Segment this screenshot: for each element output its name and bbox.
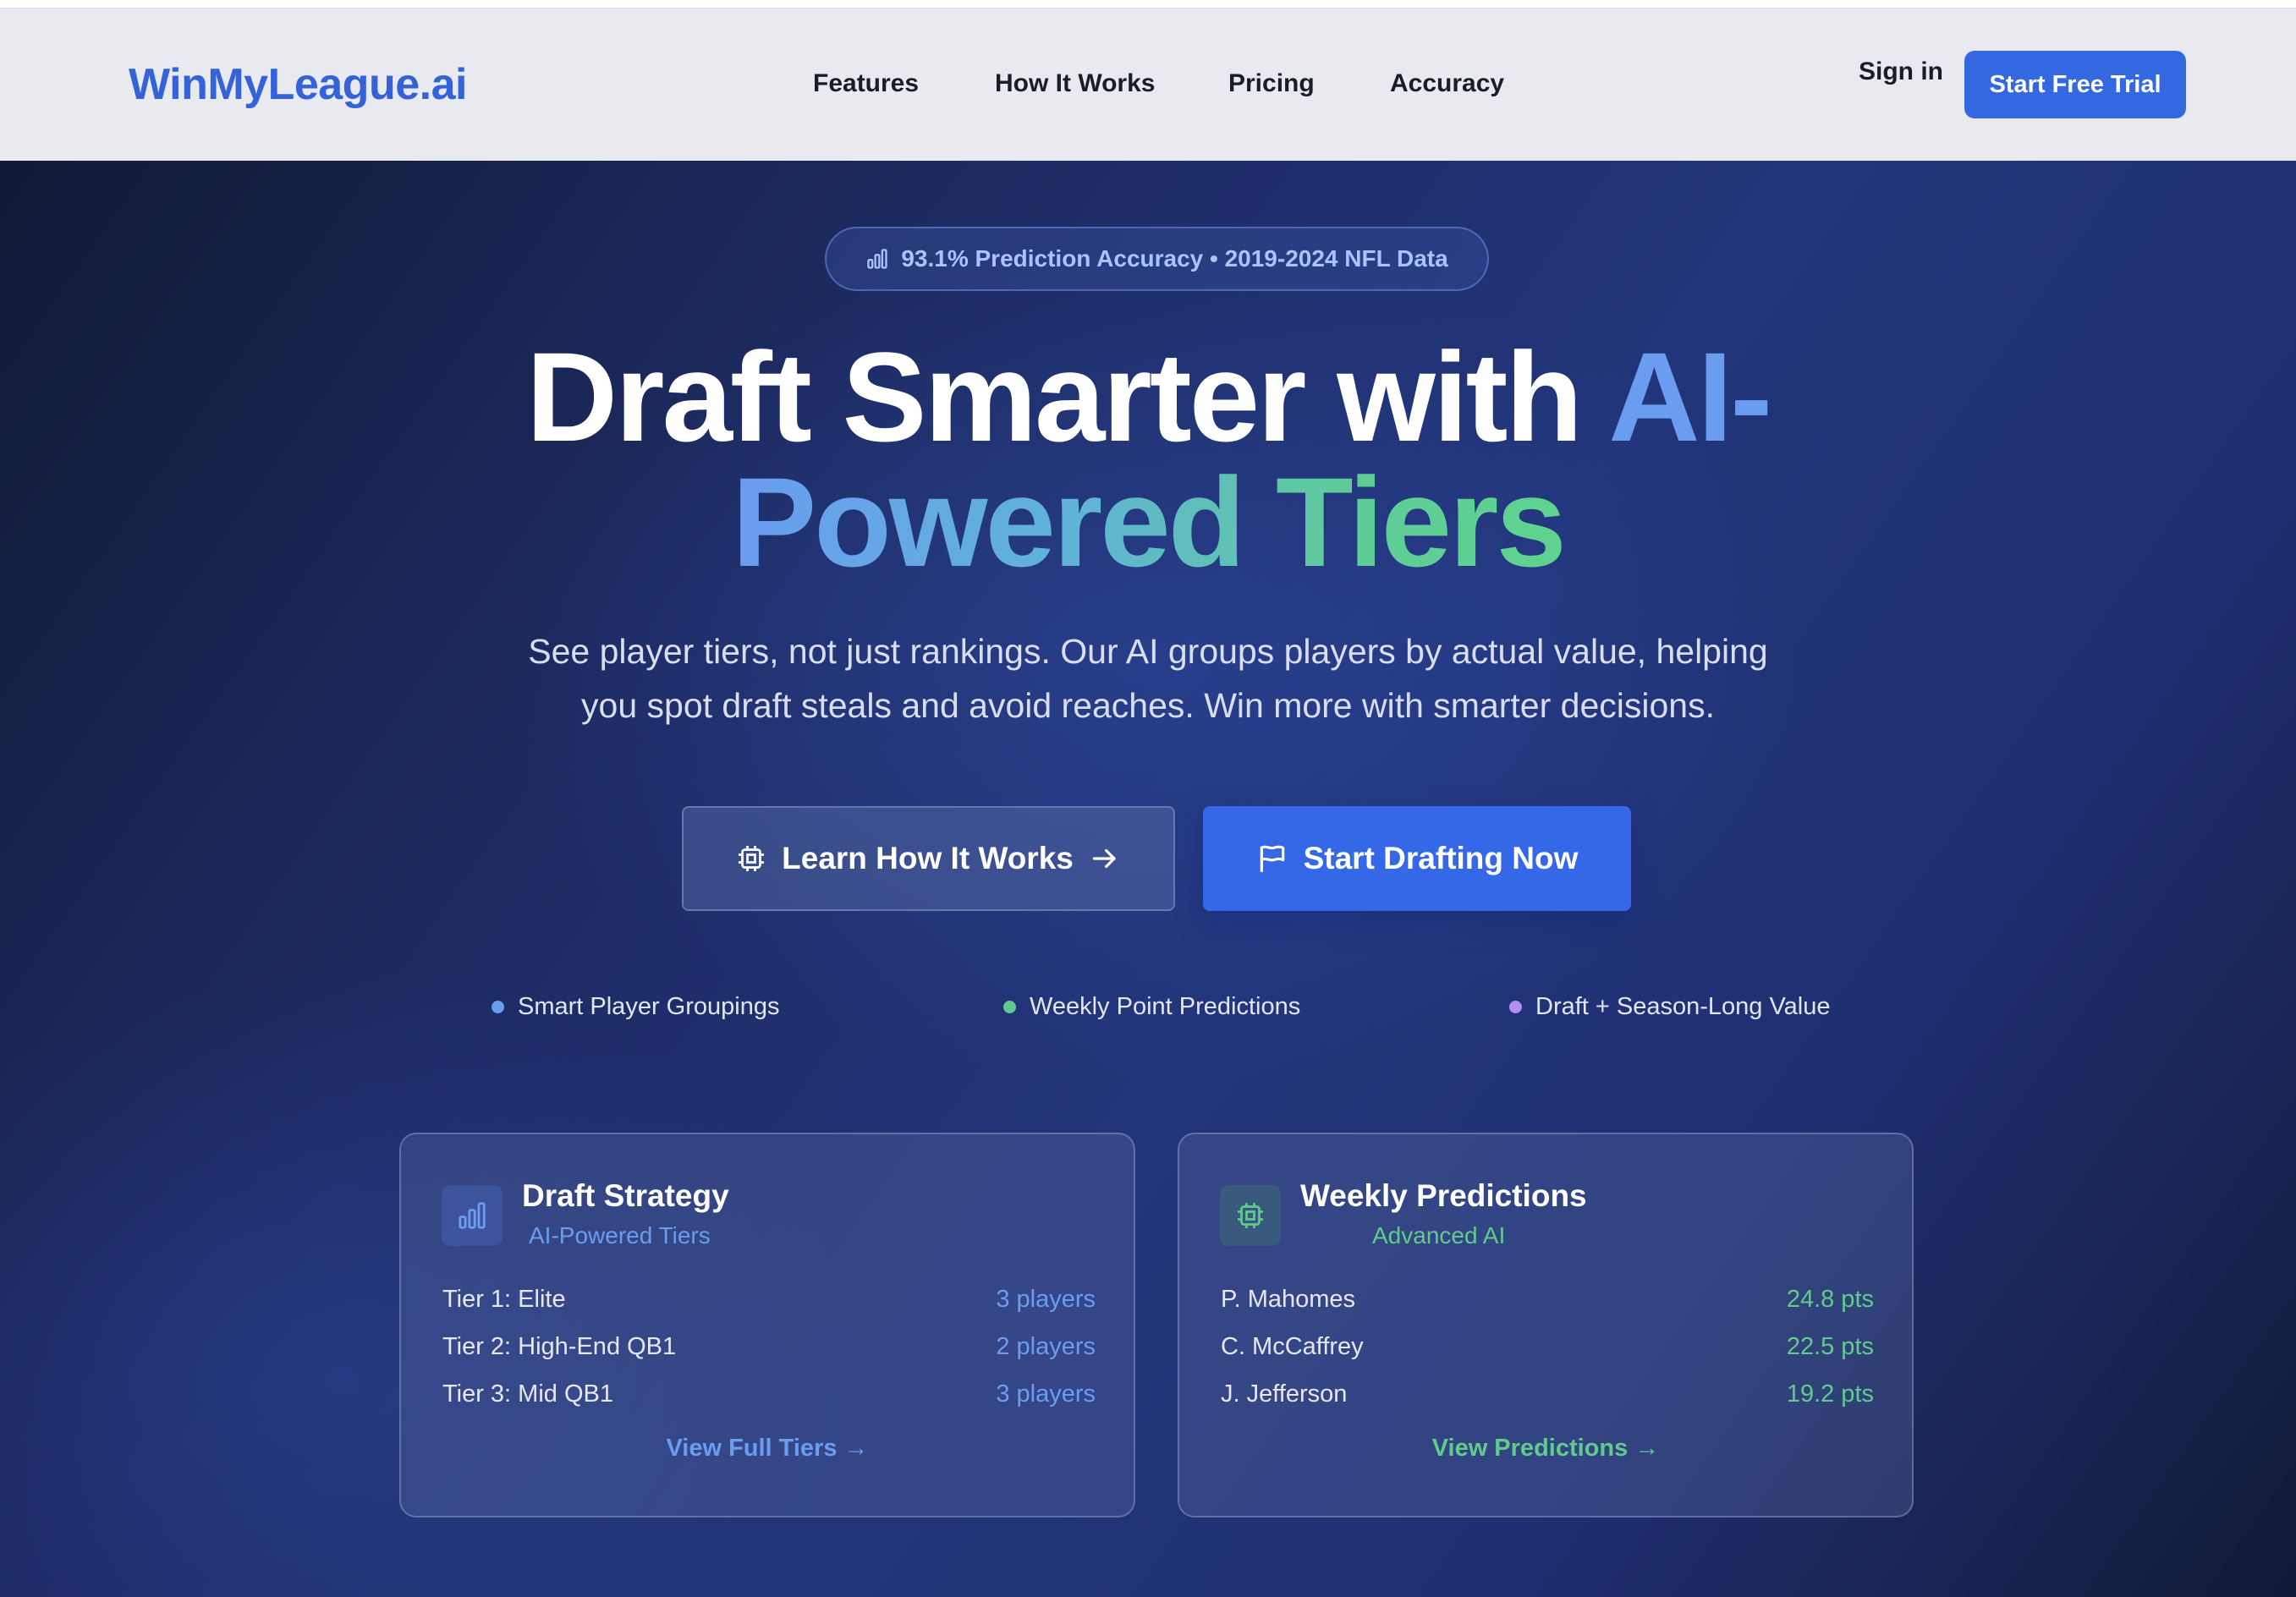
headline-accent-tiers: Powered Tiers [732,451,1567,593]
nav-link-features[interactable]: Features [813,69,919,98]
card-title: Draft Strategy [522,1178,729,1213]
prediction-row: C. McCaffrey 22.5 pts [1221,1333,1874,1361]
feature-dot-purple [1509,1001,1522,1013]
arrow-right-icon [1089,842,1121,875]
predicted-points: 24.8 pts [1786,1286,1874,1313]
feature-label: Smart Player Groupings [518,993,780,1020]
card-subtitle: AI-Powered Tiers [529,1222,711,1249]
nav-link-how-it-works[interactable]: How It Works [995,69,1155,98]
draft-strategy-card: Draft Strategy AI-Powered Tiers Tier 1: … [399,1133,1135,1517]
start-drafting-now-button[interactable]: Start Drafting Now [1203,806,1631,911]
tier-label: Tier 1: Elite [442,1286,566,1313]
learn-button-label: Learn How It Works [782,841,1074,875]
cpu-chip-icon [736,843,766,874]
top-navbar: WinMyLeague.ai Features How It Works Pri… [0,8,2296,161]
accuracy-badge-text: 93.1% Prediction Accuracy • 2019-2024 NF… [901,245,1448,272]
feature-dot-blue [492,1001,504,1013]
feature-label: Weekly Point Predictions [1030,993,1301,1020]
tier-row: Tier 1: Elite 3 players [442,1286,1096,1314]
hero-subtitle-line-2: you spot draft steals and avoid reaches.… [581,686,1715,725]
nav-link-pricing[interactable]: Pricing [1228,69,1315,98]
view-predictions-link[interactable]: View Predictions → [1179,1435,1912,1463]
flag-icon [1256,842,1288,875]
hero-subtitle: See player tiers, not just rankings. Our… [471,624,1825,733]
tier-count: 2 players [996,1333,1096,1360]
draft-button-label: Start Drafting Now [1303,841,1579,875]
accuracy-badge: 93.1% Prediction Accuracy • 2019-2024 NF… [825,227,1489,291]
feature-label: Draft + Season-Long Value [1535,993,1831,1020]
start-free-trial-button[interactable]: Start Free Trial [1964,51,2186,118]
site-logo[interactable]: WinMyLeague.ai [129,59,467,110]
view-full-tiers-link[interactable]: View Full Tiers → [401,1435,1134,1463]
cpu-chip-icon [1220,1185,1281,1246]
tier-row: Tier 2: High-End QB1 2 players [442,1333,1096,1361]
weekly-predictions-card: Weekly Predictions Advanced AI P. Mahome… [1178,1133,1914,1517]
tier-count: 3 players [996,1286,1096,1313]
headline-plain: Draft Smarter with [525,326,1609,468]
browser-top-strip [0,0,2296,8]
hero-section: 93.1% Prediction Accuracy • 2019-2024 NF… [0,161,2296,1597]
bar-chart-icon [865,247,889,271]
feature-weekly-point-predictions: Weekly Point Predictions [1003,993,1300,1021]
feature-draft-season-long-value: Draft + Season-Long Value [1509,993,1831,1021]
hero-headline: Draft Smarter with AI- Powered Tiers [0,333,2296,585]
predicted-points: 19.2 pts [1786,1380,1874,1408]
predicted-points: 22.5 pts [1786,1333,1874,1360]
hero-subtitle-line-1: See player tiers, not just rankings. Our… [528,632,1768,671]
tier-row: Tier 3: Mid QB1 3 players [442,1380,1096,1408]
prediction-row: J. Jefferson 19.2 pts [1221,1380,1874,1408]
nav-link-accuracy[interactable]: Accuracy [1390,69,1504,98]
feature-dot-green [1003,1001,1016,1013]
bar-chart-icon [442,1185,503,1246]
tier-label: Tier 2: High-End QB1 [442,1333,677,1360]
tier-count: 3 players [996,1380,1096,1408]
player-name: C. McCaffrey [1221,1333,1364,1360]
sign-in-link[interactable]: Sign in [1859,58,1943,86]
player-name: J. Jefferson [1221,1380,1348,1408]
prediction-row: P. Mahomes 24.8 pts [1221,1286,1874,1314]
card-subtitle: Advanced AI [1372,1222,1506,1249]
feature-smart-player-groupings: Smart Player Groupings [492,993,779,1021]
headline-accent-ai: AI- [1608,326,1772,468]
player-name: P. Mahomes [1221,1286,1356,1313]
learn-how-it-works-button[interactable]: Learn How It Works [682,806,1175,911]
card-title: Weekly Predictions [1300,1178,1587,1213]
tier-label: Tier 3: Mid QB1 [442,1380,613,1408]
